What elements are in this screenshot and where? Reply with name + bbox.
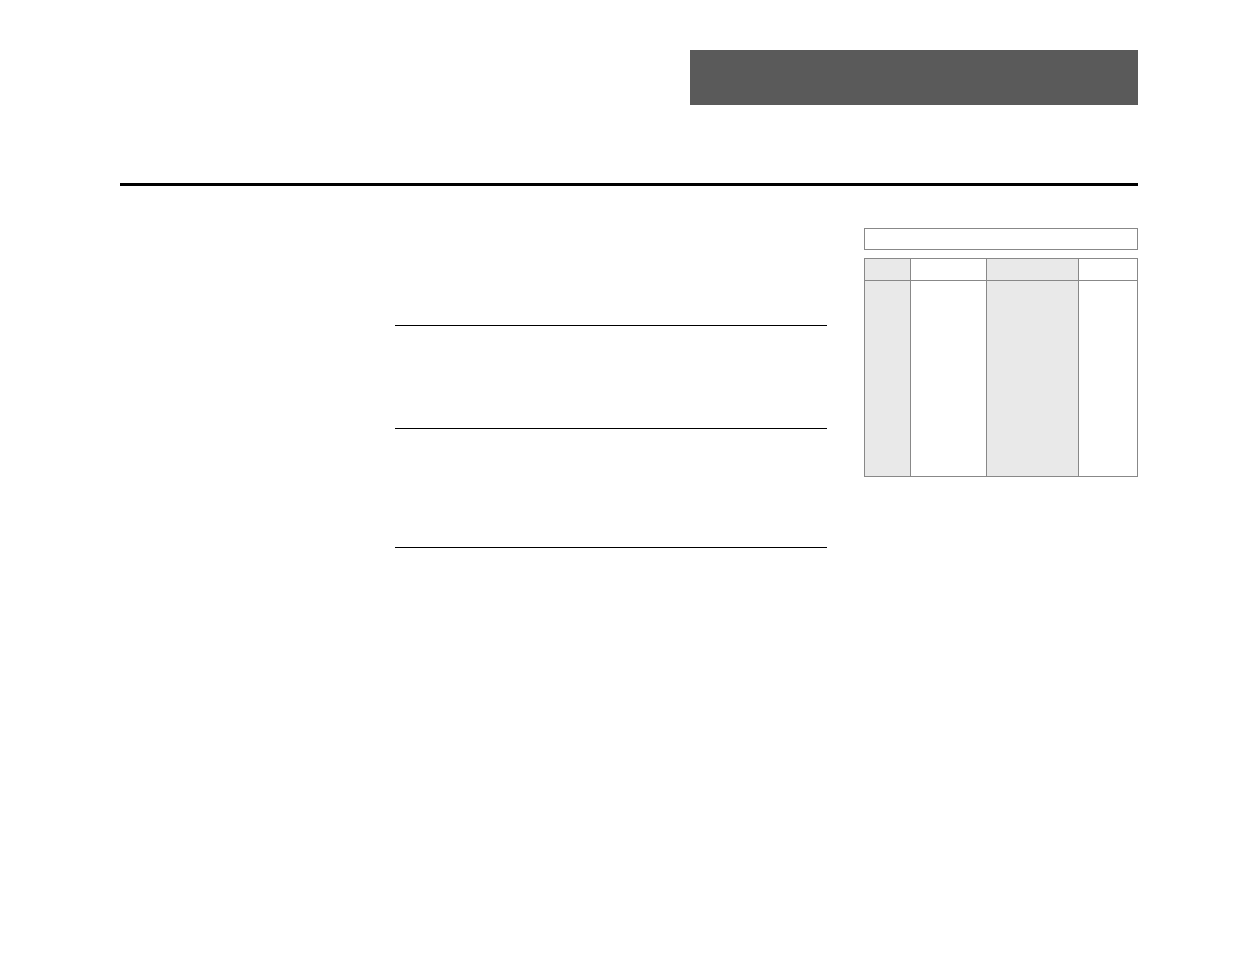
content-divider-2 <box>395 428 827 429</box>
table-cell <box>865 281 911 476</box>
page <box>0 0 1235 954</box>
section-divider <box>120 183 1138 186</box>
content-divider-1 <box>395 325 827 326</box>
table-cell <box>987 281 1079 476</box>
table-cell <box>1079 281 1137 476</box>
table-title-row <box>864 228 1138 250</box>
table-header-cell <box>1079 259 1137 280</box>
table-header-cell <box>911 259 987 280</box>
header-bar <box>690 50 1138 105</box>
table-header-cell <box>865 259 911 280</box>
content-divider-3 <box>395 547 827 548</box>
table-row <box>864 281 1138 477</box>
data-table <box>864 228 1138 477</box>
table-cell <box>911 281 987 476</box>
table-header-row <box>864 258 1138 281</box>
table-header-cell <box>987 259 1079 280</box>
